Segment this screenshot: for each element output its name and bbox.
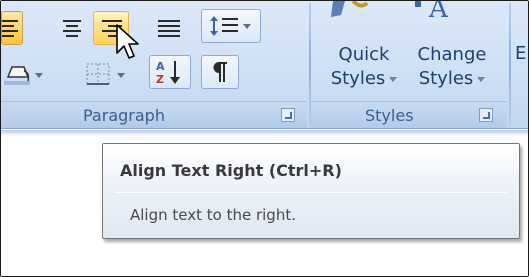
justify-icon xyxy=(158,18,180,38)
chevron-down-icon xyxy=(389,76,398,82)
shading-button[interactable] xyxy=(1,57,47,91)
quick-styles-button[interactable]: Quick Styles xyxy=(323,41,405,95)
group-separator xyxy=(509,3,511,127)
tooltip-divider xyxy=(115,192,507,193)
tooltip-title: Align Text Right (Ctrl+R) xyxy=(120,161,342,180)
tooltip: Align Text Right (Ctrl+R) Align text to … xyxy=(102,143,520,239)
align-center-icon xyxy=(61,18,83,38)
show-hide-formatting-button[interactable] xyxy=(201,55,239,89)
quick-styles-icon xyxy=(331,1,369,17)
pilcrow-icon xyxy=(213,62,227,82)
paragraph-dialog-launcher[interactable] xyxy=(281,108,295,122)
svg-text:A: A xyxy=(428,1,449,21)
align-left-button[interactable] xyxy=(1,11,23,45)
editing-group-partial-label: E xyxy=(515,43,527,64)
center-button[interactable] xyxy=(55,11,89,45)
window-frame: A Z Paragraph A Quick Styles Change Styl… xyxy=(0,0,529,277)
line-spacing-icon xyxy=(210,16,251,36)
sort-button[interactable]: A Z xyxy=(149,55,191,89)
change-styles-label-line1: Change xyxy=(417,44,487,65)
borders-grid-icon xyxy=(86,63,125,85)
svg-text:Z: Z xyxy=(156,73,164,86)
line-spacing-button[interactable] xyxy=(201,9,261,43)
shading-bucket-icon xyxy=(4,66,43,85)
align-left-icon xyxy=(2,18,22,38)
quick-styles-label-line1: Quick xyxy=(338,44,390,65)
justify-button[interactable] xyxy=(151,11,187,45)
change-styles-label-line2: Styles xyxy=(418,68,474,89)
tooltip-description: Align text to the right. xyxy=(130,206,296,224)
change-styles-icon: A xyxy=(415,1,449,21)
styles-dialog-launcher[interactable] xyxy=(479,108,493,122)
paragraph-group-label: Paragraph xyxy=(83,106,165,125)
change-styles-button[interactable]: Change Styles xyxy=(407,41,497,95)
quick-styles-label-line2: Styles xyxy=(330,68,386,89)
sort-az-icon: A Z xyxy=(156,60,180,86)
ribbon: A Z Paragraph A Quick Styles Change Styl… xyxy=(1,1,528,129)
chevron-down-icon xyxy=(477,76,486,82)
svg-text:A: A xyxy=(156,60,165,73)
styles-group-label: Styles xyxy=(365,106,414,125)
mouse-pointer-icon xyxy=(116,24,139,59)
